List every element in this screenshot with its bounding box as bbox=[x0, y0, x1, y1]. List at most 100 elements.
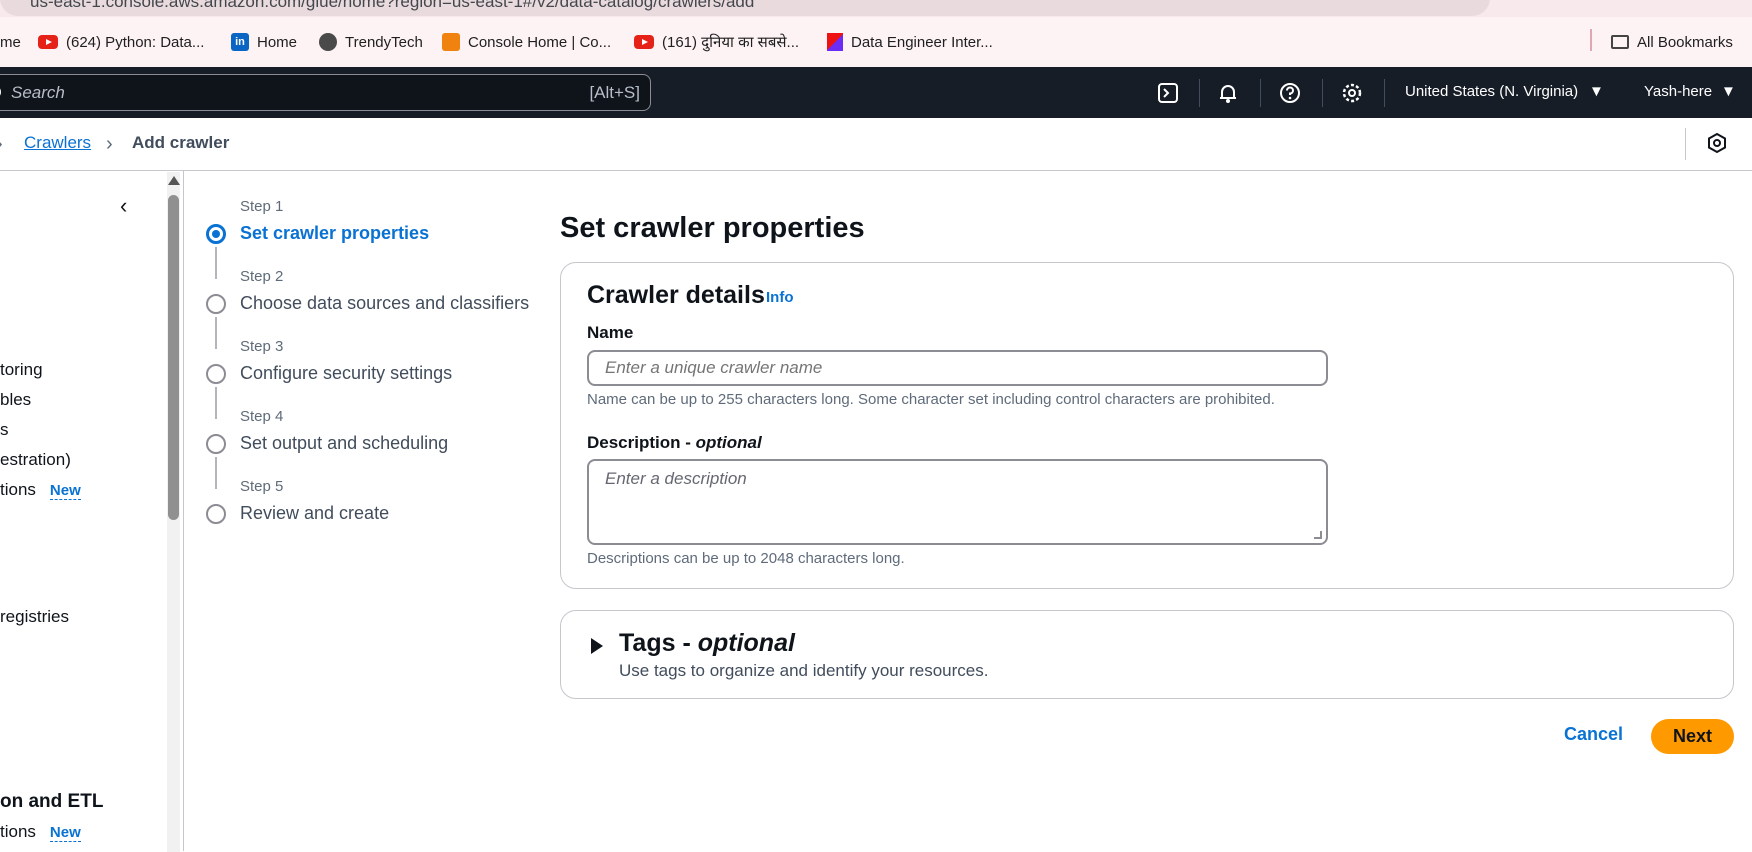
globe-icon bbox=[319, 33, 337, 51]
browser-url-bar: us-east-1.console.aws.amazon.com/glue/ho… bbox=[0, 0, 1752, 17]
bookmark-item[interactable]: Data Engineer Inter... bbox=[827, 33, 993, 51]
search-shortcut: [Alt+S] bbox=[589, 83, 640, 102]
collapse-sidebar-icon[interactable]: ‹ bbox=[120, 193, 127, 219]
sidebar-item[interactable]: bles bbox=[0, 390, 31, 410]
hexagon-settings-icon[interactable] bbox=[1706, 132, 1728, 154]
sidebar-section-heading: on and ETL bbox=[0, 791, 104, 812]
tags-title-text: Tags - bbox=[619, 629, 698, 657]
info-link[interactable]: Info bbox=[766, 289, 794, 306]
tags-title[interactable]: Tags - optional bbox=[619, 629, 795, 658]
new-badge: New bbox=[49, 824, 81, 842]
caret-right-icon[interactable] bbox=[591, 638, 603, 654]
step-pending-icon bbox=[206, 294, 226, 314]
bookmark-item[interactable]: in Home bbox=[231, 33, 297, 51]
user-menu[interactable]: Yash-here bbox=[1644, 83, 1712, 100]
step-number: Step 3 bbox=[240, 338, 284, 355]
sidebar-item[interactable]: tions New bbox=[0, 480, 81, 500]
step-active-icon bbox=[206, 224, 226, 244]
search-input[interactable]: Search [Alt+S] bbox=[0, 74, 651, 111]
breadcrumb: › Crawlers › Add crawler bbox=[0, 118, 1752, 171]
bookmark-item[interactable]: (624) Python: Data... bbox=[38, 34, 204, 51]
step-pending-icon bbox=[206, 434, 226, 454]
description-hint: Descriptions can be up to 2048 character… bbox=[587, 550, 905, 567]
bookmark-item[interactable]: Console Home | Co... bbox=[442, 33, 611, 51]
url-text[interactable]: us-east-1.console.aws.amazon.com/glue/ho… bbox=[30, 0, 754, 12]
cloudshell-icon[interactable] bbox=[1156, 81, 1180, 105]
bookmark-label: Console Home | Co... bbox=[468, 33, 612, 51]
bookmark-label: Data Engineer Inter... bbox=[851, 33, 993, 51]
brand-icon bbox=[827, 33, 843, 51]
page-title: Set crawler properties bbox=[560, 212, 865, 244]
bookmark-item[interactable]: TrendyTech bbox=[319, 33, 423, 51]
resize-handle-icon[interactable] bbox=[1314, 531, 1322, 539]
divider bbox=[1322, 79, 1323, 107]
bookmark-label: (624) Python: Data... bbox=[66, 33, 205, 51]
folder-icon bbox=[1611, 35, 1629, 49]
step-pending-icon bbox=[206, 364, 226, 384]
tags-expandable-section[interactable]: Tags - optional Use tags to organize and… bbox=[560, 610, 1734, 699]
search-icon bbox=[0, 85, 1, 99]
sidebar-item-label: s bbox=[0, 420, 9, 439]
panel-title: Crawler details bbox=[587, 281, 765, 309]
sidebar-item[interactable]: registries bbox=[0, 607, 69, 627]
step-connector bbox=[215, 317, 217, 349]
sidebar-item-label: registries bbox=[0, 607, 69, 626]
next-button[interactable]: Next bbox=[1651, 719, 1734, 754]
bookmark-item[interactable]: me bbox=[0, 34, 21, 51]
breadcrumb-current: Add crawler bbox=[132, 133, 230, 152]
crawler-name-input[interactable] bbox=[587, 350, 1328, 386]
bookmark-label: All Bookmarks bbox=[1637, 33, 1733, 51]
step-number: Step 2 bbox=[240, 268, 284, 285]
bookmarks-bar: me (624) Python: Data... in Home TrendyTe… bbox=[0, 17, 1752, 67]
bookmark-label: me bbox=[0, 33, 21, 51]
scroll-up-arrow-icon[interactable] bbox=[168, 176, 180, 185]
step-number: Step 5 bbox=[240, 478, 284, 495]
caret-down-icon: ▼ bbox=[1721, 83, 1736, 100]
step-title: Configure security settings bbox=[240, 363, 453, 383]
divider bbox=[1685, 128, 1686, 160]
sidebar-item[interactable]: tions New bbox=[0, 822, 81, 842]
bookmark-item[interactable]: (161) दुनिया का सबसे... bbox=[634, 32, 799, 52]
bookmark-label: (161) दुनिया का सबसे... bbox=[662, 34, 800, 51]
cancel-button[interactable]: Cancel bbox=[1552, 720, 1635, 749]
step-title: Review and create bbox=[240, 503, 390, 523]
youtube-icon bbox=[634, 35, 654, 49]
description-textarea[interactable]: Enter a description bbox=[587, 459, 1328, 545]
gear-icon[interactable] bbox=[1340, 81, 1364, 105]
name-hint: Name can be up to 255 characters long. S… bbox=[587, 391, 1275, 408]
step-connector bbox=[215, 387, 217, 419]
sidebar-item-label: tions bbox=[0, 822, 36, 841]
sidebar-item[interactable]: s bbox=[0, 420, 9, 440]
step-pending-icon bbox=[206, 504, 226, 524]
sidebar-item[interactable]: toring bbox=[0, 360, 43, 380]
step-number: Step 4 bbox=[240, 408, 284, 425]
chevron-right-icon: › bbox=[0, 133, 3, 156]
caret-down-icon: ▼ bbox=[1589, 83, 1604, 100]
linkedin-icon: in bbox=[231, 33, 249, 51]
description-placeholder: Enter a description bbox=[605, 469, 747, 488]
step-connector bbox=[215, 247, 217, 279]
divider bbox=[1590, 29, 1592, 51]
breadcrumb-crawlers-link[interactable]: Crawlers bbox=[24, 133, 91, 153]
step-title: Choose data sources and classifiers bbox=[240, 293, 530, 313]
all-bookmarks-button[interactable]: All Bookmarks bbox=[1611, 34, 1733, 51]
divider bbox=[1384, 79, 1385, 107]
chevron-right-icon: › bbox=[106, 133, 113, 155]
aws-top-nav: Search [Alt+S] United States (N. Virgini… bbox=[0, 67, 1752, 118]
description-label-text: Description - bbox=[587, 433, 696, 452]
bookmark-label: TrendyTech bbox=[345, 33, 423, 51]
sidebar-item[interactable]: estration) bbox=[0, 450, 71, 470]
divider bbox=[1260, 79, 1261, 107]
help-icon[interactable] bbox=[1278, 81, 1302, 105]
new-badge: New bbox=[49, 482, 81, 500]
region-selector[interactable]: United States (N. Virginia) bbox=[1405, 83, 1578, 100]
divider bbox=[1199, 79, 1200, 107]
aws-cube-icon bbox=[442, 33, 460, 51]
step-title: Set output and scheduling bbox=[240, 433, 449, 453]
bell-icon[interactable] bbox=[1216, 81, 1240, 105]
step-connector bbox=[215, 457, 217, 489]
step-number: Step 1 bbox=[240, 198, 284, 215]
step-title[interactable]: Set crawler properties bbox=[240, 223, 429, 244]
scrollbar-thumb[interactable] bbox=[168, 195, 179, 520]
sidebar-item-label: bles bbox=[0, 390, 32, 409]
